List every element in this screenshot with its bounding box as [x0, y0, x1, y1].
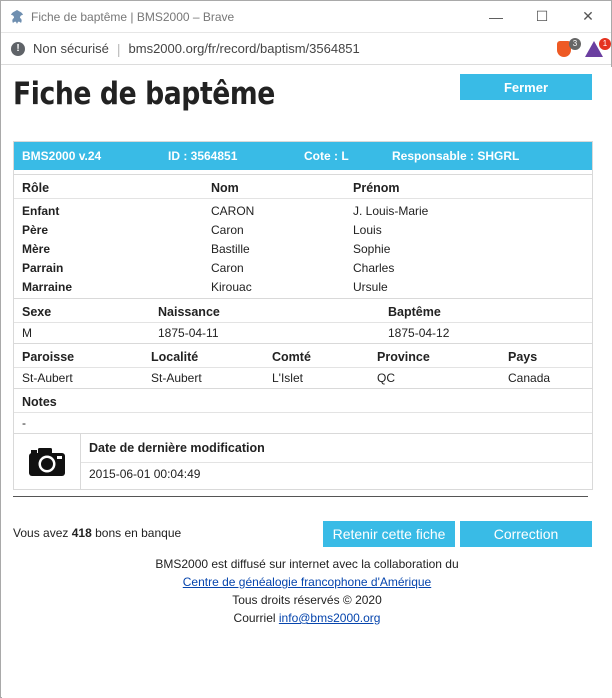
header-bapteme: Baptême — [388, 305, 441, 319]
bapteme-value: 1875-04-12 — [388, 326, 450, 340]
modification-date: 2015-06-01 00:04:49 — [89, 467, 201, 481]
mail-label: Courriel — [233, 611, 276, 625]
nom-cell: Caron — [211, 261, 244, 275]
header-prenom: Prénom — [353, 181, 400, 195]
photo-cell — [14, 434, 81, 490]
notes-value: - — [22, 416, 26, 430]
correction-button[interactable]: Correction — [460, 521, 592, 547]
place-section: Paroisse Localité Comté Province Pays St… — [14, 343, 592, 388]
responsable-label: Responsable : SHGRL — [392, 149, 520, 163]
camera-icon — [29, 448, 65, 476]
address-bar[interactable]: ! Non sécurisé | bms2000.org/fr/record/b… — [1, 33, 611, 65]
close-button[interactable]: Fermer — [460, 74, 592, 100]
header-sexe: Sexe — [22, 305, 52, 319]
header-paroisse: Paroisse — [22, 350, 75, 364]
header-province: Province — [377, 350, 430, 364]
province-value: QC — [377, 371, 395, 385]
notes-section: Notes - — [14, 388, 592, 433]
header-role: Rôle — [22, 181, 50, 195]
bank-prefix: Vous avez — [13, 526, 69, 540]
role-cell: Parrain — [22, 261, 64, 275]
page-title: Fiche de baptême — [13, 76, 275, 112]
notes-header-row: Notes — [14, 389, 592, 413]
rewards-count-badge: 1 — [599, 37, 611, 50]
url-text[interactable]: bms2000.org/fr/record/baptism/3564851 — [129, 41, 555, 56]
table-row: M 1875-04-11 1875-04-12 — [14, 323, 592, 343]
header-comte: Comté — [272, 350, 311, 364]
footer-link-line: Centre de généalogie francophone d'Améri… — [2, 575, 612, 589]
table-row: Mère Bastille Sophie — [14, 239, 592, 258]
modification-section: Date de dernière modification 2015-06-01… — [14, 433, 592, 490]
prenom-cell: Sophie — [353, 242, 391, 256]
role-cell: Mère — [22, 242, 51, 256]
place-header-row: Paroisse Localité Comté Province Pays — [14, 344, 592, 368]
naissance-value: 1875-04-11 — [158, 326, 219, 340]
localite-value: St-Aubert — [151, 371, 202, 385]
nom-cell: Caron — [211, 223, 244, 237]
security-label[interactable]: Non sécurisé — [33, 41, 109, 56]
modification-header: Date de dernière modification — [89, 441, 265, 455]
mail-link[interactable]: info@bms2000.org — [279, 611, 381, 625]
notes-row: - — [14, 413, 592, 433]
extension-icons: 3 1 — [555, 37, 611, 59]
footer-collab: BMS2000 est diffusé sur internet avec la… — [155, 557, 459, 571]
brave-rewards-icon[interactable]: 1 — [585, 37, 611, 59]
divider — [13, 496, 588, 497]
cote-label: Cote : L — [304, 149, 349, 163]
table-row: Marraine Kirouac Ursule — [14, 277, 592, 296]
modification-header-row: Date de dernière modification — [81, 434, 592, 463]
browser-window: Fiche de baptême | BMS2000 – Brave — ☐ ✕… — [0, 0, 612, 698]
footer-rights: Tous droits réservés © 2020 — [232, 593, 382, 607]
keep-record-button[interactable]: Retenir cette fiche — [323, 521, 455, 547]
pays-value: Canada — [508, 371, 551, 385]
dates-header-row: Sexe Naissance Baptême — [14, 299, 592, 323]
brave-shields-icon[interactable]: 3 — [555, 37, 581, 59]
header-nom: Nom — [211, 181, 239, 195]
header-pays: Pays — [508, 350, 538, 364]
people-section: Rôle Nom Prénom Enfant CARON J. Louis-Ma… — [14, 174, 592, 298]
prenom-cell: Louis — [353, 223, 382, 237]
comte-value: L'Islet — [272, 371, 303, 385]
record-card: BMS2000 v.24 ID : 3564851 Cote : L Respo… — [13, 141, 593, 490]
page-content: Fiche de baptême Fermer BMS2000 v.24 ID … — [2, 67, 612, 698]
table-row: Enfant CARON J. Louis-Marie — [14, 201, 592, 220]
table-row: Parrain Caron Charles — [14, 258, 592, 277]
role-cell: Enfant — [22, 204, 60, 218]
role-cell: Père — [22, 223, 49, 237]
role-cell: Marraine — [22, 280, 73, 294]
footer-mail-line: Courriel info@bms2000.org — [2, 611, 612, 625]
title-bar: Fiche de baptême | BMS2000 – Brave — ☐ ✕ — [1, 1, 611, 33]
window-title: Fiche de baptême | BMS2000 – Brave — [31, 9, 235, 24]
record-header: BMS2000 v.24 ID : 3564851 Cote : L Respo… — [14, 142, 592, 170]
dates-section: Sexe Naissance Baptême M 1875-04-11 1875… — [14, 298, 592, 343]
header-naissance: Naissance — [158, 305, 220, 319]
prenom-cell: J. Louis-Marie — [353, 204, 429, 218]
shields-count-badge: 3 — [569, 37, 581, 50]
nom-cell: Kirouac — [211, 280, 252, 294]
prenom-cell: Charles — [353, 261, 395, 275]
table-row: St-Aubert St-Aubert L'Islet QC Canada — [14, 368, 592, 388]
cgfa-link[interactable]: Centre de généalogie francophone d'Améri… — [183, 575, 431, 589]
nom-cell: CARON — [211, 204, 255, 218]
table-row: Père Caron Louis — [14, 220, 592, 239]
header-notes: Notes — [22, 395, 57, 409]
info-icon[interactable]: ! — [11, 41, 25, 56]
maximize-button[interactable]: ☐ — [519, 1, 565, 33]
minimize-button[interactable]: — — [473, 1, 519, 33]
nom-cell: Bastille — [211, 242, 250, 256]
sexe-value: M — [22, 326, 32, 340]
prenom-cell: Ursule — [353, 280, 388, 294]
bank-suffix: bons en banque — [95, 526, 182, 540]
paroisse-value: St-Aubert — [22, 371, 73, 385]
app-icon — [11, 9, 23, 24]
header-localite: Localité — [151, 350, 199, 364]
version-label: BMS2000 v.24 — [22, 149, 102, 163]
close-window-button[interactable]: ✕ — [565, 1, 611, 33]
bank-count: 418 — [71, 526, 92, 540]
address-separator: | — [116, 40, 121, 57]
record-id: ID : 3564851 — [168, 149, 238, 163]
bank-status: Vous avez 418 bons en banque — [13, 526, 181, 540]
people-header-row: Rôle Nom Prénom — [14, 175, 592, 199]
